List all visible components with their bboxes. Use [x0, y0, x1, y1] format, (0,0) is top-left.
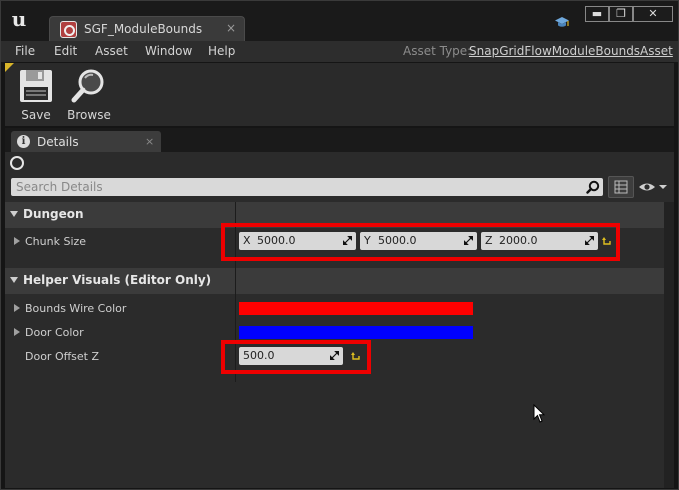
asset-type-link[interactable]: SnapGridFlowModuleBoundsAsset [469, 44, 673, 58]
magnifier-icon [71, 69, 104, 103]
search-icon[interactable] [586, 180, 600, 194]
menu-help[interactable]: Help [208, 44, 235, 58]
close-tab-icon[interactable]: × [226, 21, 236, 35]
menu-asset[interactable]: Asset [95, 44, 128, 58]
info-icon: i [17, 135, 30, 148]
browse-label: Browse [67, 108, 111, 122]
details-panel: Dungeon Chunk Size X 5000.0 Y 5000.0 Z 2 [5, 152, 674, 488]
menu-file[interactable]: File [15, 44, 35, 58]
toolbar: Save Browse [5, 63, 674, 126]
lock-selection-icon[interactable] [10, 156, 24, 170]
menu-edit[interactable]: Edit [54, 44, 77, 58]
details-tab[interactable]: i Details × [11, 131, 161, 153]
category-label: Dungeon [23, 207, 84, 221]
menu-bar: File Edit Asset Window Help Asset Type: … [1, 41, 678, 62]
chevron-right-icon[interactable] [14, 304, 20, 312]
category-helper-visuals[interactable]: Helper Visuals (Editor Only) [5, 268, 664, 294]
highlight-chunk-size [221, 223, 620, 261]
browse-button[interactable]: Browse [65, 66, 113, 124]
chevron-down-icon [10, 277, 18, 283]
property-label: Bounds Wire Color [25, 302, 127, 315]
chevron-down-icon [10, 211, 18, 217]
eye-view-options-icon[interactable] [638, 180, 668, 194]
asset-type-label: Asset Type: [403, 44, 472, 58]
bounds-wire-color-swatch[interactable] [239, 302, 473, 315]
floppy-disk-icon [20, 70, 52, 102]
graduation-cap-icon[interactable] [554, 14, 570, 30]
asset-icon [60, 21, 77, 38]
details-tab-label: Details [37, 135, 79, 149]
minimize-button[interactable]: ▬ [585, 6, 609, 22]
asset-document-tab[interactable]: SGF_ModuleBounds × [49, 16, 245, 42]
property-label: Door Offset Z [25, 350, 100, 363]
asset-tab-label: SGF_ModuleBounds [84, 22, 203, 36]
unreal-logo-icon[interactable]: u [7, 7, 31, 31]
property-row-bounds-wire-color: Bounds Wire Color [5, 297, 664, 321]
save-button[interactable]: Save [13, 66, 59, 124]
save-label: Save [21, 108, 51, 122]
title-bar: u SGF_ModuleBounds × ▬ ❐ ✕ [1, 1, 678, 42]
scrollbar-track[interactable] [664, 202, 674, 488]
mouse-cursor-icon [533, 404, 545, 423]
close-window-button[interactable]: ✕ [633, 6, 673, 22]
search-input[interactable] [11, 178, 581, 196]
search-box [11, 178, 603, 196]
menu-window[interactable]: Window [145, 44, 192, 58]
property-label: Chunk Size [25, 235, 87, 248]
chevron-right-icon[interactable] [14, 237, 20, 245]
highlight-door-offset-z [221, 340, 371, 374]
grid-list-icon [614, 180, 628, 194]
close-details-tab-icon[interactable]: × [145, 135, 154, 148]
chevron-right-icon[interactable] [14, 328, 20, 336]
maximize-button[interactable]: ❐ [609, 6, 633, 22]
property-label: Door Color [25, 326, 84, 339]
property-matrix-button[interactable] [608, 176, 634, 198]
door-color-swatch[interactable] [239, 326, 473, 339]
category-label: Helper Visuals (Editor Only) [23, 273, 212, 287]
editor-window: u SGF_ModuleBounds × ▬ ❐ ✕ File Edit Ass… [0, 0, 679, 490]
